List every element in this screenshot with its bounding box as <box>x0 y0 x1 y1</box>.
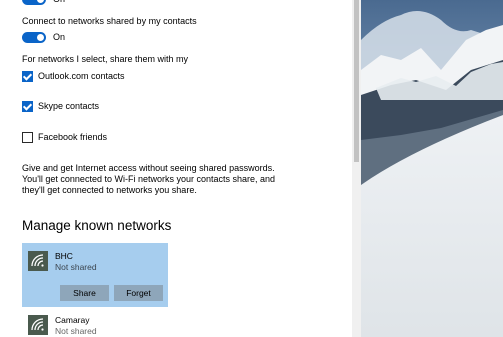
network-name: Camaray <box>55 315 90 325</box>
network-status: Not shared <box>55 326 97 336</box>
wifi-icon <box>28 315 48 335</box>
settings-panel: On Connect to networks shared by my cont… <box>0 0 352 337</box>
paid-hotspots-toggle[interactable] <box>22 0 46 5</box>
forget-button[interactable]: Forget <box>114 285 163 301</box>
share-button[interactable]: Share <box>60 285 109 301</box>
network-row-bhc[interactable]: BHC Not shared Share Forget <box>22 243 168 307</box>
facebook-friends-checkbox[interactable] <box>22 132 33 143</box>
scrollbar-thumb[interactable] <box>354 0 359 162</box>
sharing-description-line-3: they'll get connected to networks you sh… <box>22 185 197 195</box>
network-name: BHC <box>55 251 73 261</box>
share-with-label: For networks I select, share them with m… <box>22 54 189 64</box>
wifi-icon <box>28 251 48 271</box>
outlook-contacts-checkbox[interactable] <box>22 71 33 82</box>
facebook-friends-label: Facebook friends <box>38 132 108 142</box>
manage-known-networks-heading: Manage known networks <box>22 218 172 233</box>
outlook-contacts-label: Outlook.com contacts <box>38 71 125 81</box>
skype-contacts-label: Skype contacts <box>38 101 100 111</box>
contacts-sharing-toggle-state: On <box>53 32 66 42</box>
vertical-scrollbar[interactable] <box>352 0 361 337</box>
sharing-description-line-1: Give and get Internet access without see… <box>22 163 275 173</box>
network-status: Not shared <box>55 262 97 272</box>
contacts-sharing-toggle[interactable] <box>22 32 46 43</box>
desktop-wallpaper <box>361 0 503 337</box>
contacts-sharing-label: Connect to networks shared by my contact… <box>22 16 197 26</box>
skype-contacts-checkbox[interactable] <box>22 101 33 112</box>
sharing-description-line-2: You'll get connected to Wi-Fi networks y… <box>22 174 276 184</box>
network-row-camaray[interactable]: Camaray Not shared <box>22 309 168 337</box>
paid-hotspots-toggle-state: On <box>53 0 65 4</box>
